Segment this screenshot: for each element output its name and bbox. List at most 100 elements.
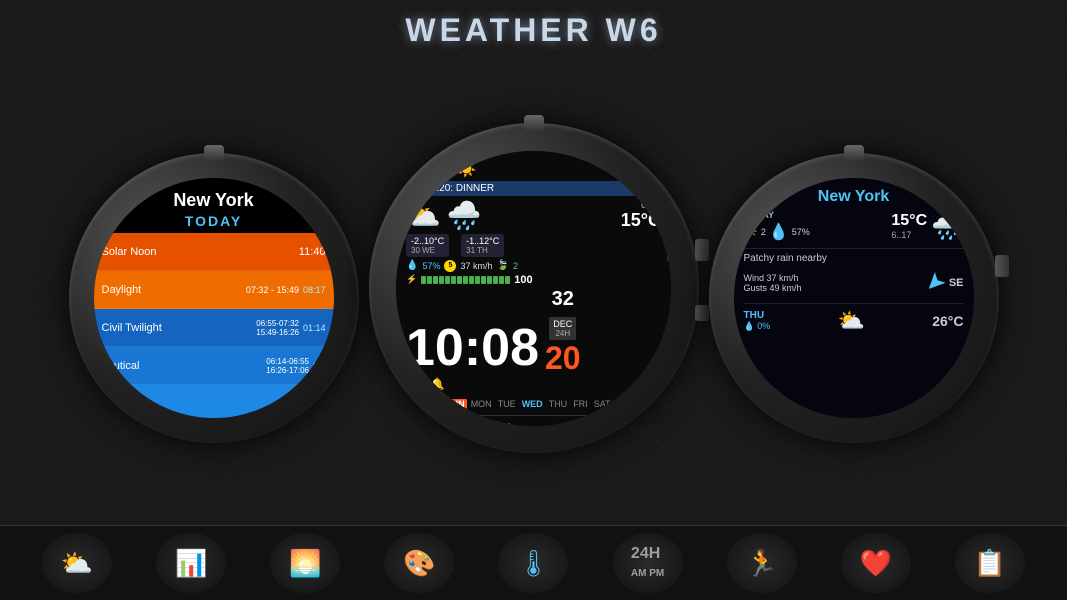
mid-face-icon: 😐: [406, 376, 423, 393]
right-watch-screen: New York TODAY ☀ 2 💧 57%: [734, 178, 974, 418]
mid-alarm-area: 🔔 10:08: [624, 159, 661, 170]
right-today-row: TODAY ☀ 2 💧 57% 15°C 6..17: [744, 210, 964, 242]
right-sun-icon: ☀: [744, 222, 758, 242]
mid-weather-area: ⛅ 🌧️ 6..17 15°C: [406, 199, 661, 232]
mid-day-fri: FRI: [573, 399, 588, 409]
left-city: New York: [173, 178, 253, 213]
list-icon: 📋: [974, 548, 1006, 579]
mid-date-day: 20: [545, 342, 581, 374]
left-row-nautical: nautical 06:14-06:5516:26-17:06 01:: [94, 347, 334, 385]
mid-time-arrow: ▲: [443, 165, 453, 176]
mid-pen: [667, 181, 671, 261]
crown-top-mid: [524, 115, 544, 131]
right-watch: New York TODAY ☀ 2 💧 57%: [709, 153, 999, 443]
left-rows: Solar Noon 11:40 Daylight 07:32 - 15:49 …: [94, 233, 334, 418]
mid-calendar-event: 18:20: DINNER: [425, 183, 494, 194]
right-today-stats: ☀ 2 💧 57%: [744, 222, 810, 242]
crown-top-left: [204, 145, 224, 161]
mid-calendar-row: 📅 18:20: DINNER: [406, 181, 661, 196]
run-btn[interactable]: 🏃: [727, 533, 797, 593]
right-direction-area: ➤ SE: [925, 268, 964, 297]
mid-battery-bolt: ⚡: [406, 274, 417, 285]
list-btn[interactable]: 📋: [955, 533, 1025, 593]
left-time-solar: 11:40: [299, 246, 326, 258]
mid-day-mon: MON: [471, 399, 492, 409]
mid-bottom-icons: 😐 🔔: [406, 376, 661, 393]
mid-drop-icon: 💧: [406, 260, 418, 271]
mid-alarm-icon: 🔔: [624, 159, 635, 170]
mid-date-month: DEC: [553, 319, 572, 329]
mid-screen-content: 07:32 ▲ ☀️ 🔔 10:08 📅 18:20: DINNER: [396, 151, 671, 426]
mid-date-format: 24H: [553, 329, 572, 338]
mid-top-row: 07:32 ▲ ☀️ 🔔 10:08: [406, 159, 661, 179]
thermo-btn[interactable]: 🌡: [498, 533, 568, 593]
mid-chess-icon: ♟: [406, 420, 417, 426]
right-today-left: TODAY ☀ 2 💧 57%: [744, 210, 810, 242]
left-watch: New York TODAY Solar Noon 11:40 Daylight…: [69, 153, 359, 443]
left-label-daylight: Daylight: [102, 284, 246, 296]
sunrise-btn[interactable]: 🌅: [270, 533, 340, 593]
weather-icon: ⛅: [61, 548, 93, 579]
left-row-last: ight 05:36 - 0: [94, 385, 334, 418]
weather-btn[interactable]: ⛅: [42, 533, 112, 593]
crown-right-mid: [695, 239, 709, 261]
mid-day-sun: SUN: [444, 399, 467, 409]
mid-battery-pct: 100: [514, 274, 532, 286]
crown-right2-mid: [695, 305, 709, 321]
mid-temps-row: -2..10°C 30 WE -1..12°C 31 TH: [406, 234, 661, 257]
mid-big-clock: 10:08 32 DEC 24H 20: [406, 288, 661, 374]
mid-rain-icon: 🌧️: [447, 199, 482, 232]
mid-clock-display: 10:08: [406, 322, 539, 374]
right-today-label: TODAY: [744, 210, 810, 220]
right-screen-content: New York TODAY ☀ 2 💧 57%: [734, 178, 974, 418]
left-row-civil: Civil Twilight 06:55-07:3215:49-16:26 01…: [94, 309, 334, 347]
left-row-solar: Solar Noon 11:40: [94, 233, 334, 271]
mid-uv: 2: [513, 261, 518, 271]
mid-humidity: 57%: [422, 261, 440, 271]
right-desc: Patchy rain nearby: [744, 253, 964, 264]
heart-gauge-icon: ❤️: [860, 548, 892, 579]
mid-timezone: EEST: [406, 399, 430, 409]
page-title: WEATHER W6: [0, 0, 1067, 49]
mid-wind-speed: 37 km/h: [460, 261, 492, 271]
right-thu-icon: ⛅: [838, 308, 865, 334]
left-time-daylight: 07:32 - 15:49: [246, 285, 299, 295]
mid-temp-main: 15°C: [621, 210, 661, 231]
palette-btn[interactable]: 🎨: [384, 533, 454, 593]
mid-battery-segs: [421, 276, 510, 284]
mid-clock-right: 32 DEC 24H 20: [545, 288, 581, 374]
mid-temp-area: 6..17 15°C: [621, 200, 661, 231]
left-time-last: 05:36 - 0: [294, 399, 326, 408]
mid-cloudy-icon: ⛅: [406, 199, 441, 232]
clock-mode-btn[interactable]: 24HAM PM: [613, 533, 683, 593]
palette-icon: 🎨: [403, 548, 435, 579]
mid-day-th: -1..12°C 31 TH: [461, 234, 504, 257]
mid-stats-row: 💧 57% 5 37 km/h 🍃 2: [406, 260, 661, 272]
right-wind: Wind 37 km/h: [744, 273, 802, 283]
mid-day-wed: WED: [522, 399, 543, 409]
mid-timezone-row: EEST | SUN MON TUE WED THU FRI SAT: [406, 395, 661, 416]
heart-btn[interactable]: ❤️: [841, 533, 911, 593]
chart-btn[interactable]: 📊: [156, 533, 226, 593]
left-time-nautical: 06:14-06:5516:26-17:06: [266, 357, 309, 375]
crown-top-right: [844, 145, 864, 161]
right-wind-row: Wind 37 km/h Gusts 49 km/h ➤ SE: [744, 268, 964, 297]
thermo-icon: 🌡: [517, 548, 550, 579]
left-today-label: TODAY: [185, 213, 242, 233]
right-sun-num: 2: [761, 227, 766, 237]
mid-temp-range: 6..17: [621, 200, 661, 210]
mid-steps-row: ♟ 2.52 km: [406, 418, 661, 426]
right-drop-icon: 💧: [769, 222, 789, 242]
left-label-civil: Civil Twilight: [102, 322, 257, 334]
sunrise-icon: 🌅: [289, 548, 321, 579]
clock-mode-icon: 24HAM PM: [631, 545, 664, 581]
right-thu-rain: 💧 0%: [744, 321, 771, 332]
mid-alarm-time: 10:08: [638, 159, 661, 169]
mid-day-thu: THU: [549, 399, 568, 409]
mid-we-label: 30 WE: [411, 246, 444, 255]
crown-right-right: [995, 255, 1009, 277]
left-label-solar: Solar Noon: [102, 246, 299, 258]
mid-distance: 2.52 km: [476, 421, 512, 426]
right-thu-temp: 26°C: [932, 313, 963, 329]
mid-th-temp: -1..12°C: [466, 236, 499, 246]
